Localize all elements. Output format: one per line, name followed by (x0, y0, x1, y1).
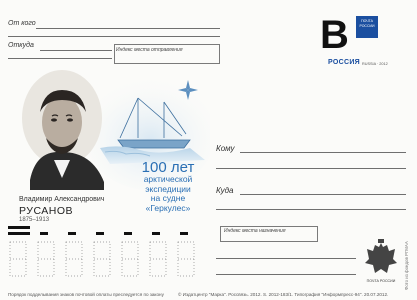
side-text-block: Фото из фондов РГМАА (404, 190, 412, 290)
footer-imprint: © Издатцентр "Марка". Россвязь. 2012. S.… (178, 292, 389, 297)
double-eagle-emblem-icon: ПОЧТА РОССИИ (365, 239, 397, 283)
postcard: От кого Откуда Индекс места отправления … (0, 0, 417, 300)
zip-digit-grid (9, 241, 195, 277)
emblem-label: ПОЧТА РОССИИ (367, 279, 396, 283)
side-text: Фото из фондов РГМАА (404, 241, 409, 290)
footer-notice: Порядок подделывания знаков почтовой опл… (8, 292, 164, 297)
